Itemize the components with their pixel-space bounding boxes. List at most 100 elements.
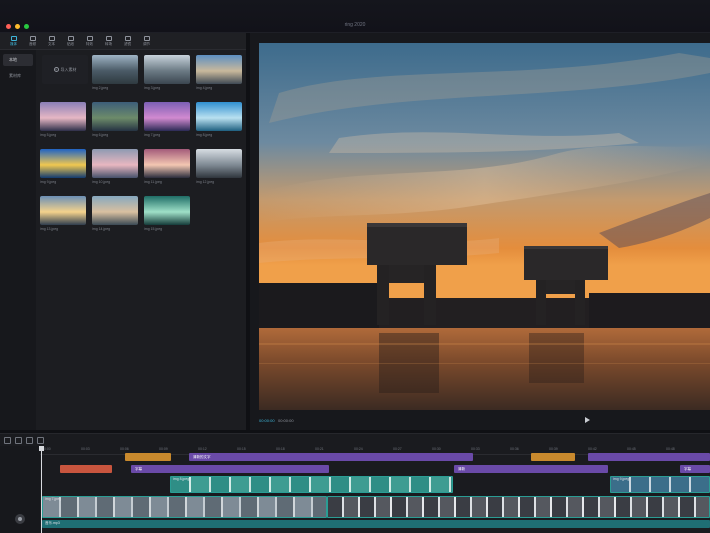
media-item[interactable]: img 10.jpeg bbox=[92, 149, 140, 189]
media-item[interactable]: img 3.jpeg bbox=[144, 55, 192, 95]
tool-label: 音频 bbox=[29, 42, 36, 46]
media-thumbnail bbox=[144, 149, 190, 178]
ruler-tick-label: 00:24 bbox=[354, 447, 363, 451]
sticker-icon bbox=[67, 36, 74, 41]
tool-transition[interactable]: 转场 bbox=[99, 33, 118, 50]
import-button[interactable]: + 导入素材 bbox=[42, 55, 88, 84]
tool-label: 媒体 bbox=[10, 42, 17, 46]
ruler-tick-label: 00:09 bbox=[159, 447, 168, 451]
side-item-local[interactable]: 本地 bbox=[3, 54, 33, 66]
media-item[interactable]: img 5.jpeg bbox=[40, 102, 88, 142]
timeline-clip[interactable]: 字幕 bbox=[680, 465, 710, 473]
split-icon[interactable] bbox=[26, 437, 33, 444]
main-video-clip[interactable] bbox=[42, 496, 327, 518]
media-item-name: img 6.jpeg bbox=[92, 133, 109, 137]
tool-adjust[interactable]: 调节 bbox=[137, 33, 156, 50]
tool-sticker[interactable]: 贴纸 bbox=[61, 33, 80, 50]
main-video-clip-2[interactable] bbox=[327, 496, 710, 518]
tool-label: 文本 bbox=[48, 42, 55, 46]
transition-icon bbox=[105, 36, 112, 41]
side-nav: 本地 素材库 bbox=[0, 50, 36, 430]
media-item-name: img 12.jpeg bbox=[196, 180, 215, 184]
delete-icon[interactable] bbox=[37, 437, 44, 444]
ruler-tick-label: 00:30 bbox=[432, 447, 441, 451]
media-thumbnail bbox=[92, 55, 138, 84]
window-title: ring 2020 bbox=[344, 22, 366, 28]
audio-clip-label: 音乐.mp3 bbox=[45, 521, 60, 525]
text-icon bbox=[48, 36, 55, 41]
ruler-tick-label: 00:15 bbox=[237, 447, 246, 451]
overlay-clip-2-label: img 9.jpeg bbox=[613, 477, 630, 481]
undo-icon[interactable] bbox=[4, 437, 11, 444]
tool-label: 特效 bbox=[86, 42, 93, 46]
media-item[interactable]: img 6.jpeg bbox=[92, 102, 140, 142]
video-preview[interactable] bbox=[259, 43, 710, 410]
media-item-name: img 15.jpeg bbox=[144, 227, 163, 231]
play-button[interactable] bbox=[585, 417, 590, 423]
media-thumbnail bbox=[40, 102, 86, 131]
ruler-tick-label: 00:36 bbox=[510, 447, 519, 451]
ruler-tick-label: 00:27 bbox=[393, 447, 402, 451]
timeline-clip[interactable]: 字幕 bbox=[131, 465, 329, 473]
media-thumbnail bbox=[40, 196, 86, 225]
preview-frame bbox=[259, 43, 710, 410]
media-item-name: img 9.jpeg bbox=[40, 180, 57, 184]
ruler-tick-label: 00:21 bbox=[315, 447, 324, 451]
asset-toolbar: 媒体 音频 文本 贴纸 特效 转场 滤镜 调节 bbox=[0, 33, 246, 50]
media-grid: + 导入素材 img 2.jpeg img 3.jpeg img 4.jpeg img… bbox=[38, 53, 244, 427]
ruler-tick-label: 00:42 bbox=[588, 447, 597, 451]
timeline-clip[interactable]: 清新 bbox=[454, 465, 608, 473]
tool-audio[interactable]: 音频 bbox=[23, 33, 42, 50]
title-bar: ring 2020 bbox=[0, 0, 710, 33]
tool-label: 滤镜 bbox=[124, 42, 131, 46]
media-item-name: img 11.jpeg bbox=[144, 180, 162, 184]
timeline-clip[interactable]: 清新的文字 bbox=[189, 453, 473, 461]
media-item[interactable]: img 12.jpeg bbox=[196, 149, 244, 189]
tool-label: 转场 bbox=[105, 42, 112, 46]
tool-label: 贴纸 bbox=[67, 42, 74, 46]
redo-icon[interactable] bbox=[15, 437, 22, 444]
media-item[interactable]: img 15.jpeg bbox=[144, 196, 192, 236]
timeline-clip[interactable] bbox=[60, 465, 112, 473]
overlay-clip[interactable] bbox=[170, 476, 453, 493]
audio-clip[interactable] bbox=[42, 520, 710, 528]
cover-icon[interactable] bbox=[15, 514, 25, 524]
timeline-clip[interactable] bbox=[588, 453, 710, 461]
media-item[interactable]: img 13.jpeg bbox=[40, 196, 88, 236]
media-thumbnail bbox=[40, 149, 86, 178]
total-timecode: 00:00:00 bbox=[278, 418, 294, 423]
tool-effects[interactable]: 特效 bbox=[80, 33, 99, 50]
media-item[interactable]: img 2.jpeg bbox=[92, 55, 140, 95]
main-clip-label: img 7.jpeg bbox=[45, 497, 62, 501]
timeline-clip[interactable] bbox=[531, 453, 575, 461]
timeline: 00:00 00:03 00:06 00:09 00:12 00:15 00:18 00:21… bbox=[0, 433, 710, 533]
preview-player: 00:00:00 00:00:00 bbox=[250, 33, 710, 430]
ruler-tick-label: 00:12 bbox=[198, 447, 207, 451]
ruler-tick-label: 00:39 bbox=[549, 447, 558, 451]
media-item[interactable]: img 7.jpeg bbox=[144, 102, 192, 142]
adjust-icon bbox=[143, 36, 150, 41]
ruler-tick-label: 00:06 bbox=[120, 447, 129, 451]
plus-icon: + bbox=[53, 67, 59, 72]
media-item[interactable]: img 9.jpeg bbox=[40, 149, 88, 189]
timeline-clip[interactable] bbox=[125, 453, 171, 461]
media-item[interactable]: img 8.jpeg bbox=[196, 102, 244, 142]
side-item-library[interactable]: 素材库 bbox=[3, 70, 33, 82]
player-controls: 00:00:00 00:00:00 bbox=[250, 413, 710, 430]
media-item[interactable]: img 11.jpeg bbox=[144, 149, 192, 189]
media-thumbnail bbox=[196, 102, 242, 131]
media-thumbnail bbox=[144, 102, 190, 131]
timeline-toolbar bbox=[4, 437, 44, 444]
ruler-tick-label: 00:03 bbox=[81, 447, 90, 451]
playhead[interactable] bbox=[39, 446, 44, 533]
track-gutter bbox=[0, 446, 40, 533]
media-item[interactable]: img 14.jpeg bbox=[92, 196, 140, 236]
media-item[interactable]: img 4.jpeg bbox=[196, 55, 244, 95]
tool-media[interactable]: 媒体 bbox=[4, 33, 23, 50]
media-item-name: img 7.jpeg bbox=[144, 133, 161, 137]
media-thumbnail bbox=[92, 149, 138, 178]
tool-text[interactable]: 文本 bbox=[42, 33, 61, 50]
import-label: 导入素材 bbox=[60, 66, 77, 72]
media-thumbnail bbox=[196, 55, 242, 84]
tool-filter[interactable]: 滤镜 bbox=[118, 33, 137, 50]
